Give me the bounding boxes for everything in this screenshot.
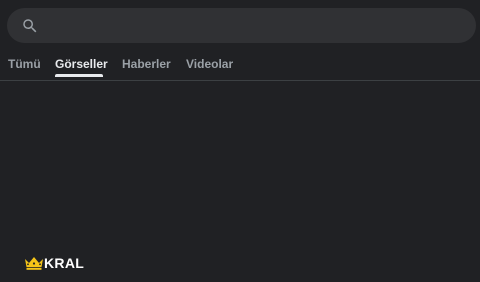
tab-bar: Tümü Görseller Haberler Videolar	[0, 51, 480, 81]
kral-logo: KRAL	[24, 255, 84, 271]
active-tab-indicator	[55, 74, 103, 77]
search-bar[interactable]	[7, 8, 476, 43]
crown-icon	[25, 257, 43, 270]
search-input[interactable]	[51, 8, 461, 43]
tab-videos[interactable]: Videolar	[186, 57, 233, 71]
tab-news[interactable]: Haberler	[122, 57, 171, 71]
search-icon[interactable]	[21, 17, 39, 35]
tab-all[interactable]: Tümü	[8, 57, 41, 71]
logo-text: KRAL	[44, 255, 85, 271]
tab-images[interactable]: Görseller	[55, 57, 108, 71]
page: Tümü Görseller Haberler Videolar KRAL	[0, 0, 480, 282]
